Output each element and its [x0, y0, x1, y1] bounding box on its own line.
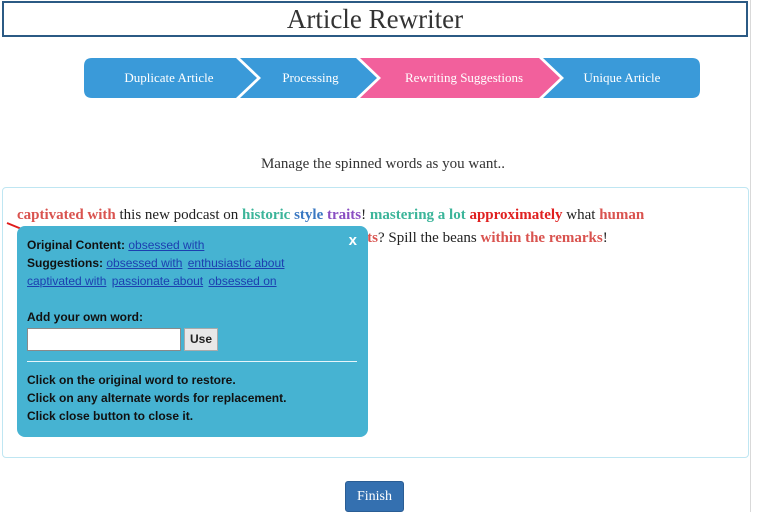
custom-word-input[interactable] — [27, 328, 181, 351]
suggestion-link[interactable]: obsessed on — [208, 274, 276, 288]
page-title-box: Article Rewriter — [2, 1, 748, 37]
spun-word[interactable]: human — [599, 207, 644, 223]
original-content-row: Original Content: obsessed with — [27, 236, 206, 254]
article-text-fragment: ? Spill the beans — [378, 230, 481, 246]
suggestions-row: Suggestions: obsessed with enthusiastic … — [27, 254, 286, 272]
step-duplicate-article[interactable]: Duplicate Article — [84, 58, 254, 98]
help-text: Click on the original word to restore. — [27, 373, 236, 387]
spun-word[interactable]: within the remarks — [480, 230, 602, 246]
article-text-fragment: this new podcast on — [115, 207, 242, 223]
finish-button[interactable]: Finish — [345, 481, 404, 512]
spun-word[interactable]: historic — [242, 207, 290, 223]
suggestion-popup: x Original Content: obsessed with Sugges… — [17, 226, 368, 437]
suggestion-link[interactable]: passionate about — [112, 274, 203, 288]
original-content-label: Original Content: — [27, 238, 125, 252]
original-word-link[interactable]: obsessed with — [128, 238, 204, 252]
suggestion-link[interactable]: captivated with — [27, 274, 106, 288]
step-rewriting-suggestions[interactable]: Rewriting Suggestions — [378, 58, 550, 98]
article-text-fragment: ! — [602, 230, 608, 246]
page-subtitle: Manage the spinned words as you want.. — [260, 156, 506, 172]
spun-word[interactable]: traits — [327, 207, 361, 223]
suggestion-link[interactable]: obsessed with — [106, 256, 182, 270]
step-processing[interactable]: Processing — [258, 58, 363, 98]
suggestion-link[interactable]: enthusiastic about — [188, 256, 285, 270]
page-edge-rule — [750, 0, 751, 512]
help-text-line: Click close button to close it. — [27, 407, 193, 425]
popup-divider — [27, 361, 357, 362]
help-text-line: Click on any alternate words for replace… — [27, 389, 286, 407]
step-unique-article[interactable]: Unique Article — [560, 58, 684, 98]
suggestions-label: Suggestions: — [27, 256, 104, 270]
wizard-steps: Duplicate Article Processing Rewriting S… — [84, 58, 700, 98]
help-text: Click close button to close it. — [27, 409, 194, 423]
help-text: Click on any alternate words for replace… — [27, 391, 287, 405]
add-word-label: Add your own word: — [27, 308, 143, 326]
help-text-line: Click on the original word to restore. — [27, 371, 236, 389]
article-text-fragment: what — [562, 207, 600, 223]
page-title: Article Rewriter — [286, 4, 464, 34]
spun-word[interactable]: approximately — [469, 207, 562, 223]
spun-word[interactable]: style — [294, 207, 323, 223]
suggestions-row-2: captivated with passionate about obsesse… — [27, 272, 279, 290]
article-text-fragment: ! — [361, 207, 370, 223]
add-word-label-text: Add your own word: — [27, 310, 143, 324]
close-icon[interactable]: x — [349, 232, 357, 249]
spun-word[interactable]: mastering a lot — [370, 207, 466, 223]
use-button[interactable]: Use — [184, 328, 218, 351]
